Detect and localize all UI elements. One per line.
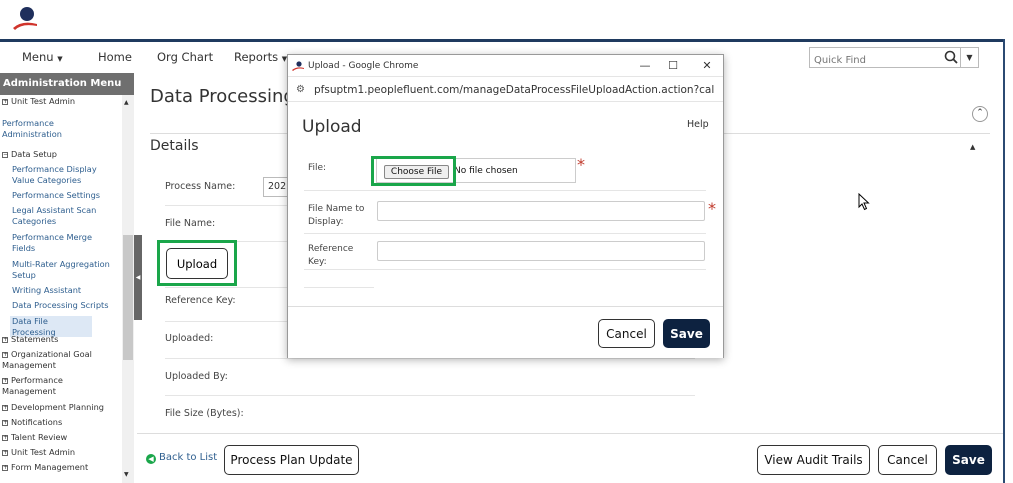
row-divider [165,287,287,288]
sidebar-item-org-goal-management[interactable]: + Organizational Goal Management [2,349,102,370]
sidebar-item-data-setup[interactable]: − Data Setup [2,149,122,160]
sidebar-item-talent-review[interactable]: + Talent Review [2,432,122,443]
popup-titlebar[interactable]: Upload - Google Chrome — ☐ ✕ [288,55,723,77]
nav-home[interactable]: Home [98,50,132,64]
expand-icon: + [2,98,9,105]
window-right-border [1003,39,1005,483]
details-section-title: Details [150,138,199,154]
sidebar-item-multi-rater[interactable]: Multi-Rater Aggregation Setup [12,259,112,280]
collapse-icon: − [2,151,9,158]
sidebar-header: Administration Menu [0,73,134,95]
back-to-list-link[interactable]: ◀ Back to List [146,452,217,464]
uploaded-by-label: Uploaded By: [165,371,228,382]
reference-key-input[interactable] [377,241,705,261]
popup-row-divider [304,269,706,270]
upload-popup-window: Upload - Google Chrome — ☐ ✕ ⚙ pfsuptm1.… [287,54,724,358]
nav-reports[interactable]: Reports ▼ [234,50,287,64]
file-name-to-display-label: File Name to Display: [308,204,365,227]
footer-divider [137,433,1003,434]
header-divider [0,39,1003,42]
sidebar-item-display-value-categories[interactable]: Performance Display Value Categories [12,164,112,185]
back-arrow-icon: ◀ [146,454,156,464]
popup-window-title: Upload - Google Chrome [308,61,419,71]
required-asterisk: * [577,155,585,174]
sidebar-scroll-thumb[interactable] [123,235,133,360]
close-icon[interactable]: ✕ [692,55,722,77]
sidebar-collapse-handle[interactable]: ◀ [134,235,142,320]
sidebar-section-performance-administration: Performance Administration [2,118,62,139]
expand-icon: + [2,419,9,426]
expand-icon: + [2,336,9,343]
file-label: File: [308,163,327,173]
popup-row-divider [304,233,706,234]
uploaded-label: Uploaded: [165,333,214,344]
sidebar-item-unit-test-admin-2[interactable]: + Unit Test Admin [2,447,122,458]
popup-reference-key-label: Reference Key: [308,244,354,267]
expand-icon: + [2,449,9,456]
sidebar-item-form-management[interactable]: + Form Management [2,462,122,473]
mouse-cursor-icon [858,193,870,211]
popup-footer: Cancel Save [288,306,723,358]
sidebar-item-merge-fields[interactable]: Performance Merge Fields [12,232,112,253]
page-title: Data Processing [150,86,295,107]
expand-icon: + [2,404,9,411]
sidebar-item-development-planning[interactable]: + Development Planning [2,402,122,413]
upload-button[interactable]: Upload [166,248,228,279]
collapse-up-icon[interactable]: ⌃ [972,106,988,122]
popup-save-button[interactable]: Save [663,319,710,348]
sidebar: + Unit Test Admin Performance Administrat… [0,95,134,483]
row-divider [165,395,695,396]
process-name-label: Process Name: [165,181,236,192]
scroll-up-icon[interactable]: ▲ [124,99,129,106]
popup-cancel-button[interactable]: Cancel [598,319,655,348]
peoplefluent-favicon-icon [292,61,304,71]
nav-menu[interactable]: Menu ▼ [22,50,63,64]
quick-find: ▼ [809,47,979,70]
popup-heading: Upload [302,117,362,137]
sidebar-item-legal-assistant[interactable]: Legal Assistant Scan Categories [12,205,112,226]
sidebar-item-statements[interactable]: + Statements [2,334,122,345]
popup-url[interactable]: pfsuptm1.peoplefluent.com/manageDataProc… [314,78,714,102]
sidebar-item-notifications[interactable]: + Notifications [2,417,122,428]
sidebar-item-writing-assistant[interactable]: Writing Assistant [12,285,112,296]
popup-row-divider [304,287,374,288]
expand-icon: + [2,351,9,358]
maximize-icon[interactable]: ☐ [658,55,688,77]
row-divider [165,205,287,206]
help-link[interactable]: Help [687,119,709,130]
sidebar-item-performance-settings[interactable]: Performance Settings [12,190,112,201]
no-file-chosen-text: No file chosen [454,166,518,176]
expand-icon: + [2,377,9,384]
process-plan-update-button[interactable]: Process Plan Update [224,445,359,475]
sidebar-item-performance-management[interactable]: + Performance Management [2,375,82,396]
expand-icon: + [2,464,9,471]
minimize-icon[interactable]: — [630,55,660,77]
sidebar-item-data-processing-scripts[interactable]: Data Processing Scripts [12,300,112,311]
choose-file-highlight [371,156,456,186]
save-button[interactable]: Save [945,445,992,475]
cancel-button[interactable]: Cancel [878,445,937,475]
reference-key-label: Reference Key: [165,295,236,306]
chevron-down-icon: ▼ [57,55,63,63]
nav-org-chart[interactable]: Org Chart [157,50,213,64]
search-icon[interactable] [944,50,958,64]
file-name-label: File Name: [165,218,216,229]
sidebar-item-unit-test-admin[interactable]: + Unit Test Admin [2,96,122,107]
popup-address-bar[interactable]: ⚙ pfsuptm1.peoplefluent.com/manageDataPr… [288,78,723,102]
row-divider [165,321,287,322]
site-settings-icon[interactable]: ⚙ [296,78,305,102]
scroll-down-icon[interactable]: ▼ [124,471,129,478]
view-audit-trails-button[interactable]: View Audit Trails [757,445,870,475]
expand-icon: + [2,434,9,441]
file-size-label: File Size (Bytes): [165,408,244,419]
peoplefluent-logo[interactable] [12,6,38,32]
popup-row-divider [304,190,706,191]
required-asterisk: * [708,199,716,218]
row-divider [165,358,695,359]
section-collapse-icon[interactable]: ▲ [970,143,975,151]
quick-find-input[interactable] [810,51,940,70]
quick-find-dropdown[interactable]: ▼ [960,48,978,67]
file-name-to-display-input[interactable] [377,201,705,221]
